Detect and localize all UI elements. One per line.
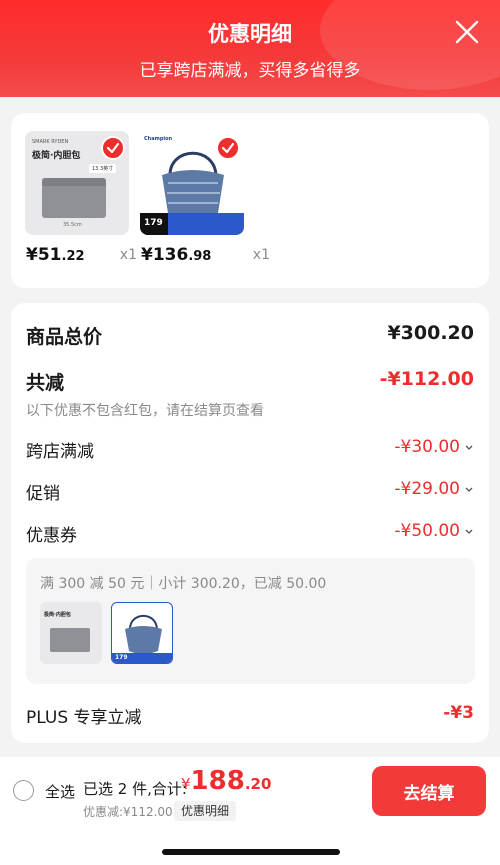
chevron-down-icon[interactable]: [464, 484, 474, 494]
page-subtitle: 已享跨店满减，买得多省得多: [139, 61, 361, 81]
chevron-down-icon[interactable]: [464, 526, 474, 536]
check-icon[interactable]: [101, 136, 125, 160]
promo-price-text: 179: [144, 218, 163, 228]
coupon-detail-text: 满 300 减 50 元｜小计 300.20，已减 50.00: [40, 576, 327, 592]
select-all-label[interactable]: 全选: [45, 781, 75, 802]
product-item[interactable]: SMARK RYDEN 极简·内胆包 13.3英寸 35.5cm ¥51.22 …: [25, 131, 137, 265]
page-title: 优惠明细: [208, 22, 292, 46]
products-card: SMARK RYDEN 极简·内胆包 13.3英寸 35.5cm ¥51.22 …: [11, 113, 489, 288]
total-value: ¥300.20: [387, 322, 474, 344]
total-label: 商品总价: [26, 326, 103, 348]
thumb-brand-text: SMARK RYDEN: [32, 139, 69, 145]
thumb-dim-text: 35.5cm: [63, 222, 82, 228]
product-item[interactable]: Champion 179 ¥136.98 x1: [140, 131, 270, 265]
promo-row[interactable]: 促销 -¥29.00: [26, 479, 474, 509]
coupon-label: 优惠券: [26, 526, 77, 546]
plus-row: PLUS 专享立减 -¥3: [26, 703, 474, 733]
thumb-title-text: 极简·内胆包: [32, 151, 81, 161]
chevron-down-icon[interactable]: [464, 442, 474, 452]
cross-store-row[interactable]: 跨店满减 -¥30.00: [26, 437, 474, 467]
plus-label: PLUS 专享立减: [26, 708, 142, 728]
reduce-label: 共减: [26, 372, 65, 394]
product-thumbnail[interactable]: Champion 179: [140, 131, 244, 235]
price-row: ¥136.98 x1: [140, 245, 270, 269]
product-price: ¥51.22: [26, 245, 85, 265]
total-row: 商品总价 ¥300.20: [26, 322, 474, 352]
discount-total-text: 优惠减:¥112.00: [83, 805, 173, 819]
discount-note: 以下优惠不包含红包，请在结算页查看: [26, 403, 264, 419]
home-indicator: [162, 849, 340, 855]
check-icon[interactable]: [216, 136, 240, 160]
cross-store-label: 跨店满减: [26, 442, 94, 462]
mini-promo-price-text: 179: [115, 654, 128, 661]
product-thumbnail[interactable]: SMARK RYDEN 极简·内胆包 13.3英寸 35.5cm: [25, 131, 129, 235]
close-icon[interactable]: [454, 19, 480, 45]
reduce-value: -¥112.00: [379, 368, 474, 390]
checkout-button[interactable]: 去结算: [372, 766, 486, 816]
mini-product-thumbnail[interactable]: 179: [111, 602, 173, 664]
product-qty: x1: [119, 247, 137, 263]
summary-card: 商品总价 ¥300.20 共减 -¥112.00 以下优惠不包含红包，请在结算页…: [11, 303, 489, 743]
mini-sleeve-graphic: [50, 628, 90, 652]
selected-count-text: 已选 2 件,合计:: [83, 780, 187, 798]
product-price: ¥136.98: [141, 245, 212, 265]
sleeve-flap-graphic: [42, 178, 106, 186]
cross-store-value: -¥30.00: [394, 437, 474, 457]
price-row: ¥51.22 x1: [25, 245, 137, 269]
plus-value: -¥3: [443, 703, 474, 723]
product-qty: x1: [252, 247, 270, 263]
discount-detail-button[interactable]: 优惠明细: [174, 801, 237, 821]
header: 优惠明细 已享跨店满减，买得多省得多: [0, 0, 500, 97]
mini-product-thumbnail[interactable]: 极简·内胆包: [40, 602, 102, 664]
radio-unchecked-icon[interactable]: [13, 780, 34, 801]
thumb-size-badge: 13.3英寸: [89, 164, 117, 173]
checkout-bar: 全选 已选 2 件,合计: ¥188.20 优惠减:¥112.00 优惠明细 去…: [0, 757, 500, 865]
coupon-detail-box: 满 300 减 50 元｜小计 300.20，已减 50.00 极简·内胆包 1…: [26, 558, 475, 684]
promo-value: -¥29.00: [394, 479, 474, 499]
reduce-row: 共减 -¥112.00: [26, 368, 474, 398]
mini-thumb-title: 极简·内胆包: [44, 612, 71, 618]
coupon-value: -¥50.00: [394, 521, 474, 541]
coupon-row[interactable]: 优惠券 -¥50.00: [26, 521, 474, 551]
promo-label: 促销: [26, 484, 60, 504]
total-amount: ¥188.20: [181, 766, 272, 796]
